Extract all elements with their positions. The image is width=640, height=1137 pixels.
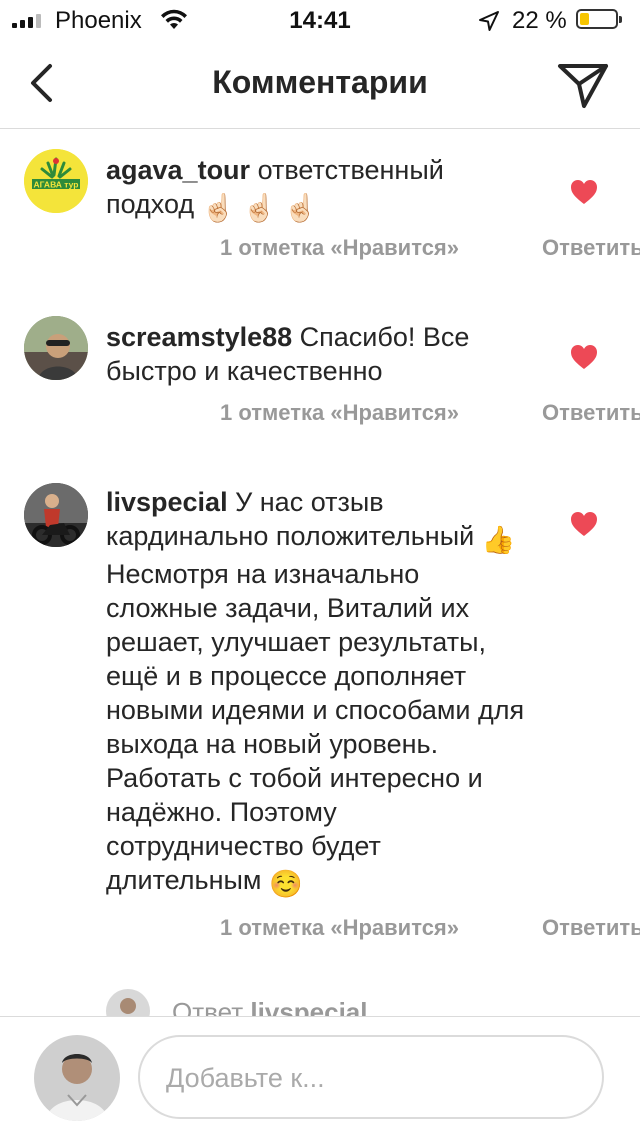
comment-item: screamstyle88 Спасибо! Все быстро и каче… [0, 294, 640, 454]
heart-filled-icon[interactable] [570, 344, 598, 370]
like-count[interactable]: 1 отметка «Нравится» [220, 400, 459, 426]
comment-input-container [138, 1035, 604, 1119]
reply-button[interactable]: Ответить [542, 235, 640, 261]
thumbs-up-emoji: 👍 [481, 525, 516, 555]
pointing-up-emoji: ☝🏻 ☝🏻 ☝🏻 [201, 193, 318, 223]
nav-bar: Комментарии [0, 40, 640, 129]
user-photo [24, 316, 88, 380]
battery-percent: 22 % [512, 7, 567, 34]
comment-body-part2: Несмотря на изначально сложные задачи, В… [106, 559, 525, 895]
comment-composer [0, 1016, 640, 1137]
comment-username[interactable]: livspecial [106, 487, 228, 517]
heart-filled-icon[interactable] [570, 179, 598, 205]
reply-button[interactable]: Ответить [542, 915, 640, 941]
avatar [34, 1035, 120, 1121]
svg-text:АГАВА тур: АГАВА тур [34, 180, 79, 190]
comment-text: screamstyle88 Спасибо! Все быстро и каче… [106, 320, 536, 388]
comment-username[interactable]: agava_tour [106, 155, 250, 185]
battery-icon [576, 9, 622, 29]
location-arrow-icon [479, 11, 499, 31]
page-title: Комментарии [212, 64, 428, 100]
comment-username[interactable]: screamstyle88 [106, 322, 292, 352]
comment-input[interactable] [164, 1055, 568, 1101]
avatar[interactable]: АГАВА тур [24, 149, 88, 213]
reply-button[interactable]: Ответить [542, 400, 640, 426]
status-bar: Phoenix 14:41 22 % [0, 0, 640, 40]
comment-item: АГАВА тур agava_tour ответственный подхо… [0, 129, 640, 289]
smiling-emoji: ☺️ [269, 869, 303, 899]
paper-plane-icon[interactable] [556, 58, 610, 112]
user-photo [24, 483, 88, 547]
reply-preview[interactable]: Ответ livspecial [106, 989, 606, 1016]
comment-text: agava_tour ответственный подход ☝🏻 ☝🏻 ☝🏻 [106, 153, 536, 225]
comment-text: livspecial У нас отзыв кардинально полож… [106, 485, 536, 901]
like-count[interactable]: 1 отметка «Нравится» [220, 915, 459, 941]
comments-list: АГАВА тур agava_tour ответственный подхо… [0, 129, 640, 1016]
avatar[interactable] [24, 316, 88, 380]
reply-preview-text: Ответ livspecial [172, 997, 368, 1016]
like-count[interactable]: 1 отметка «Нравится» [220, 235, 459, 261]
avatar[interactable] [24, 483, 88, 547]
agava-logo: АГАВА тур [24, 149, 88, 213]
avatar [106, 989, 150, 1016]
comment-item: livspecial У нас отзыв кардинально полож… [0, 459, 640, 979]
heart-filled-icon[interactable] [570, 511, 598, 537]
